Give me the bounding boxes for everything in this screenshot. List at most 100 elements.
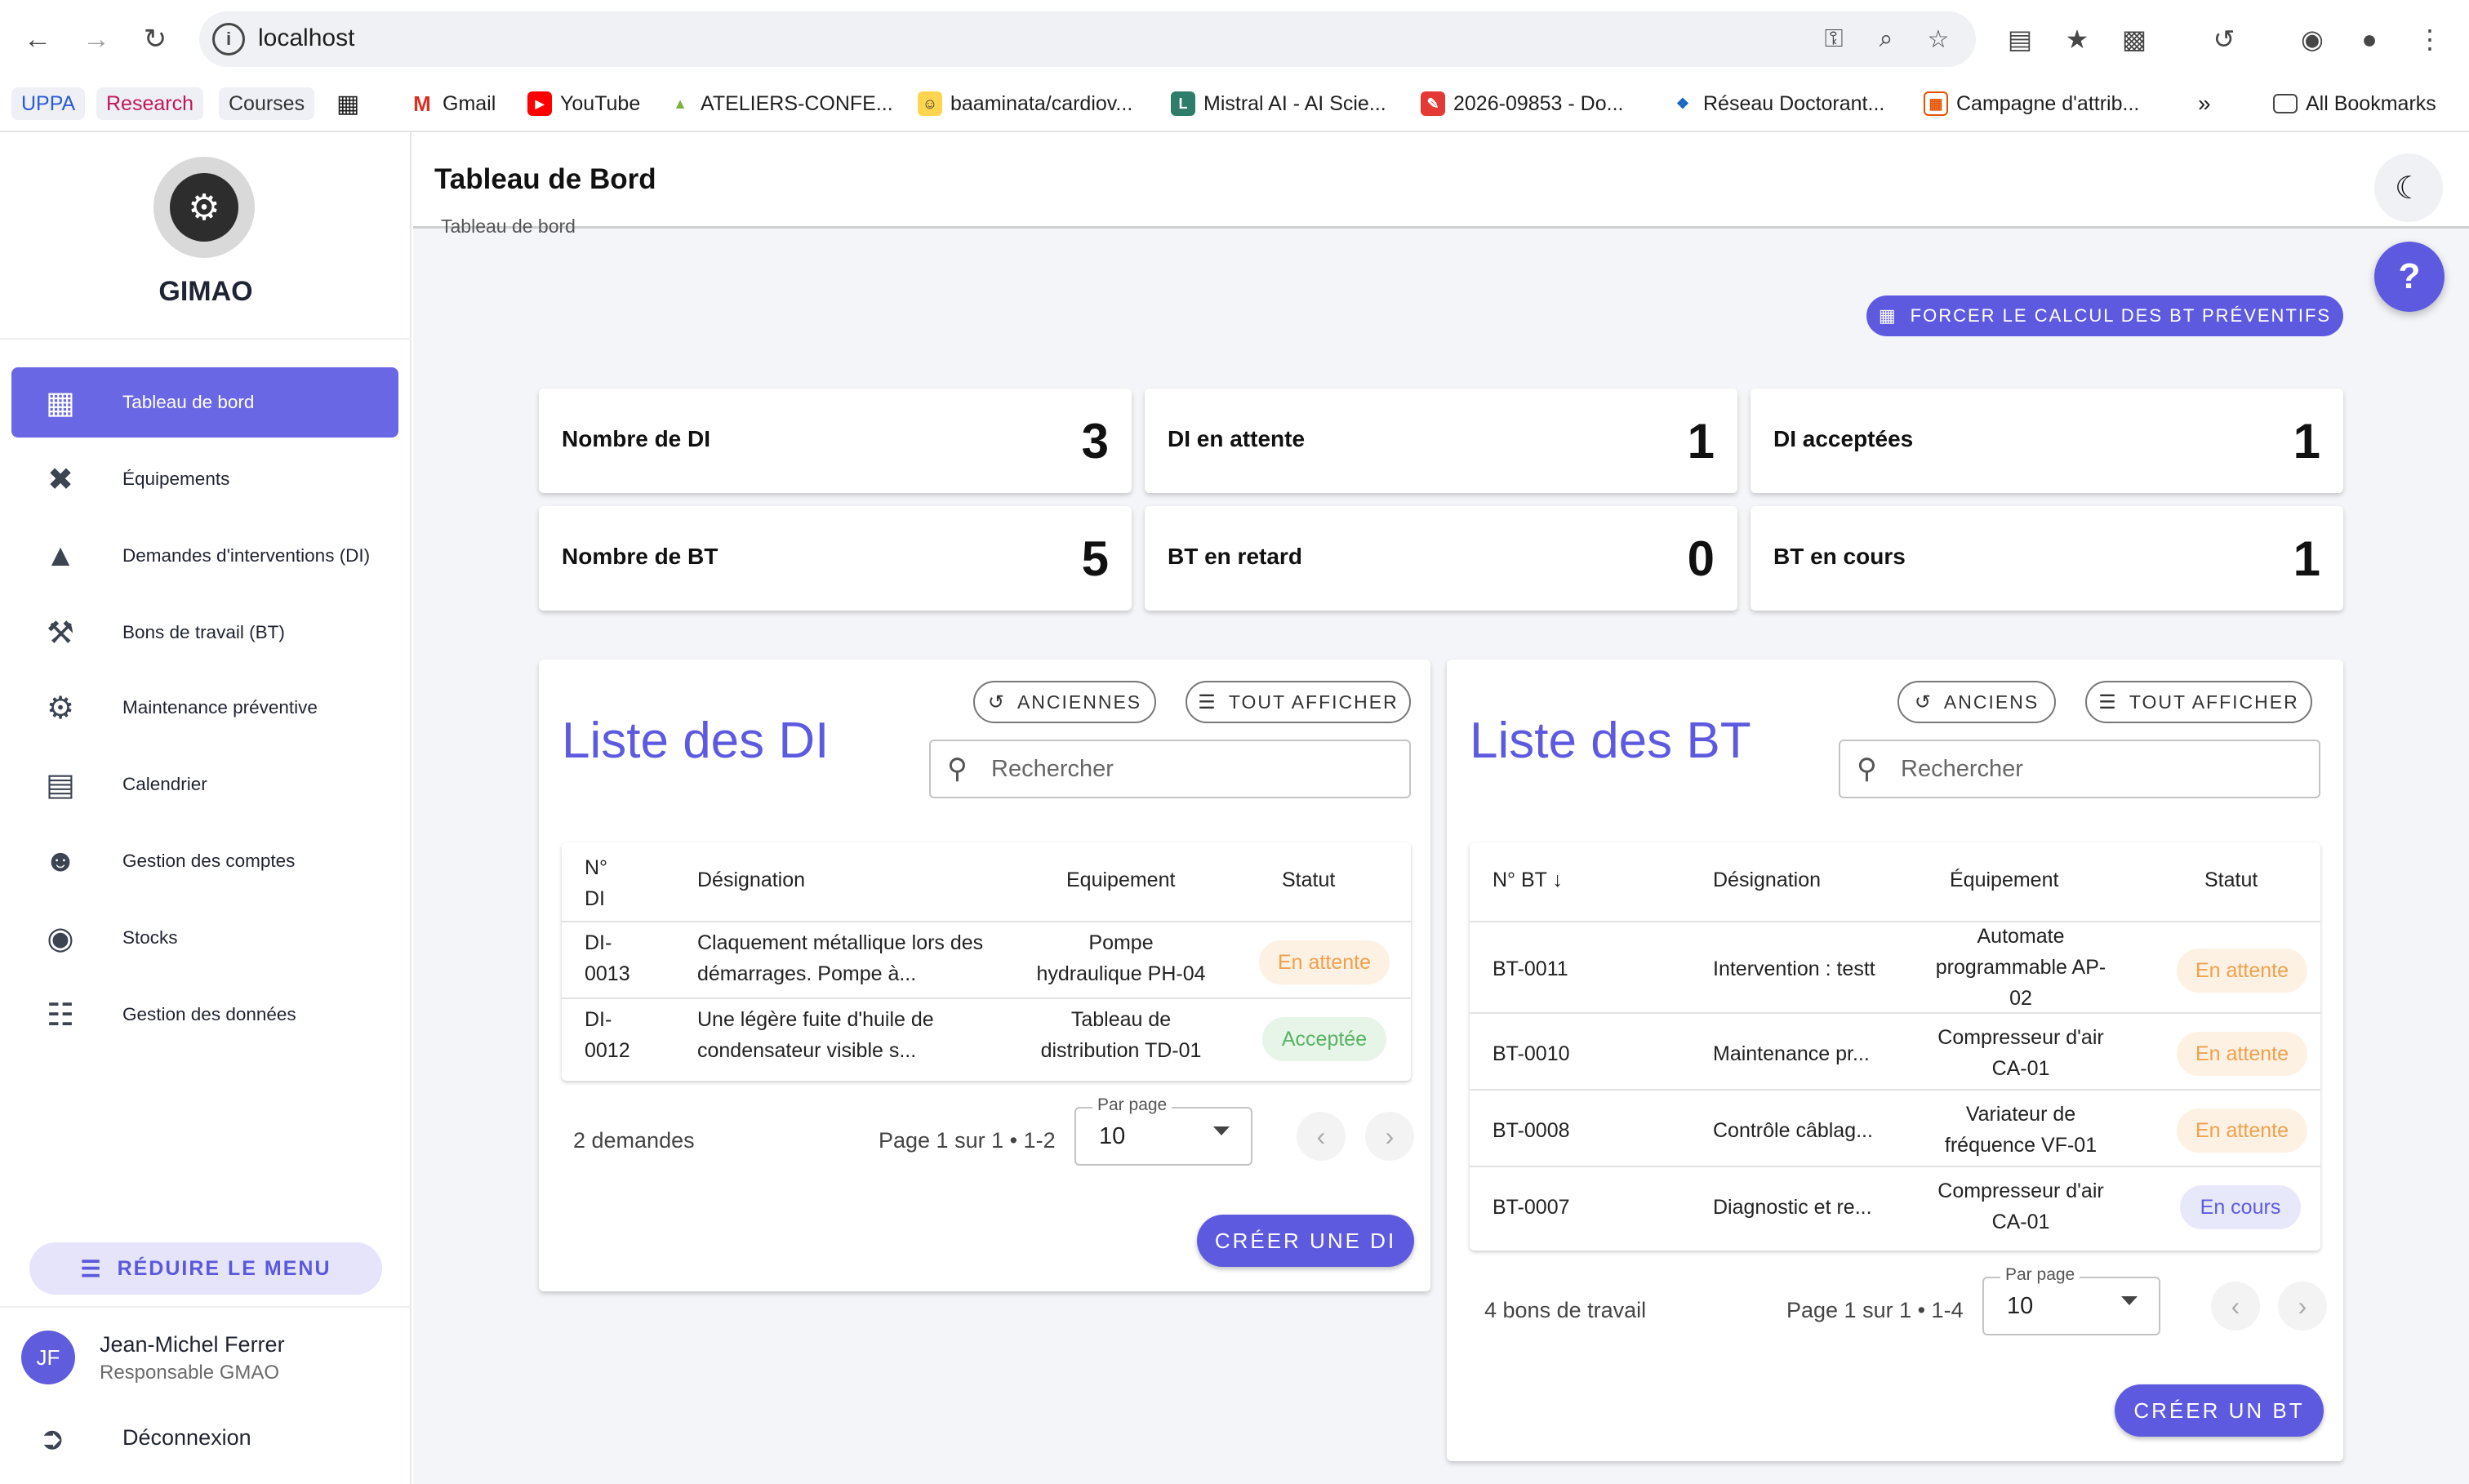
table-row-1-equipment[interactable]: Tableau de distribution TD-01 — [1019, 1004, 1223, 1066]
table-row-2-designation[interactable]: Contrôle câblag... — [1713, 1115, 1873, 1146]
sidebar-item-label: Stocks — [122, 927, 178, 948]
history-icon[interactable]: ↺ — [2204, 20, 2244, 59]
sidebar-item-comptes[interactable]: ☻ Gestion des comptes — [11, 826, 398, 896]
sidebar-item-label: Équipements — [122, 469, 230, 489]
create-di-button[interactable]: CRÉER UNE DI — [1197, 1215, 1414, 1267]
bookmark-uppa[interactable]: UPPA — [11, 87, 86, 121]
reload-icon[interactable]: ↻ — [134, 18, 176, 60]
di-old-button[interactable]: ↺ ANCIENNES — [973, 681, 1156, 723]
next-page-icon[interactable]: › — [1365, 1112, 1414, 1161]
extensions-icon[interactable]: ▩ — [2115, 20, 2154, 59]
site-info-icon[interactable]: i — [212, 23, 245, 56]
table-row-0-designation[interactable]: Claquement métallique lors des démarrages… — [697, 927, 983, 989]
theme-toggle-button[interactable]: ☾ — [2374, 153, 2443, 222]
di-show-all-button[interactable]: ☰ TOUT AFFICHER — [1186, 681, 1411, 723]
apps-grid-icon[interactable]: ▦ — [336, 87, 359, 121]
table-row-3-num[interactable]: BT-0007 — [1493, 1192, 1570, 1223]
prev-page-icon[interactable]: ‹ — [2211, 1282, 2260, 1331]
browser-menu-icon[interactable]: ⋮ — [2410, 20, 2449, 59]
bt-search[interactable]: ⚲ — [1839, 740, 2320, 798]
column-header[interactable]: N° DI — [585, 852, 607, 914]
status-badge: En attente — [2177, 1032, 2307, 1076]
divider — [1470, 1012, 2320, 1014]
force-calc-button[interactable]: ▦ FORCER LE CALCUL DES BT PRÉVENTIFS — [1866, 295, 2343, 336]
column-header[interactable]: Équipement — [1950, 869, 2058, 892]
table-row-1-designation[interactable]: Une légère fuite d'huile de condensateur … — [697, 1004, 934, 1066]
column-header[interactable]: Désignation — [697, 869, 805, 892]
bookmark-research[interactable]: Research — [96, 87, 203, 121]
column-header-sortable[interactable]: N° BT ↓ — [1493, 869, 1563, 892]
forward-icon[interactable]: → — [75, 18, 118, 60]
sidebar-item-calendrier[interactable]: ▤ Calendrier — [11, 749, 398, 820]
table-row-0-num[interactable]: DI- 0013 — [585, 927, 630, 989]
reduce-menu-button[interactable]: ☰ RÉDUIRE LE MENU — [29, 1242, 382, 1295]
sidebar-item-di[interactable]: ▲ Demandes d'interventions (DI) — [11, 521, 398, 591]
all-bookmarks[interactable]: All Bookmarks — [2273, 87, 2436, 121]
di-per-page-select[interactable]: Par page 10 — [1074, 1095, 1252, 1166]
bookmark-ateliers[interactable]: ▲ ATELIERS-CONFE... — [668, 87, 893, 121]
table-row-1-num[interactable]: BT-0010 — [1493, 1038, 1570, 1069]
help-button[interactable]: ? — [2374, 242, 2445, 312]
column-header[interactable]: Statut — [1282, 869, 1335, 892]
next-page-icon[interactable]: › — [2278, 1282, 2327, 1331]
table-row-2-num[interactable]: BT-0008 — [1493, 1115, 1570, 1146]
table-row-2-equipment[interactable]: Variateur de fréquence VF-01 — [1927, 1099, 2115, 1161]
table-row-3-equipment[interactable]: Compresseur d'air CA-01 — [1927, 1175, 2115, 1237]
table-row-1-designation[interactable]: Maintenance pr... — [1713, 1038, 1870, 1069]
logout-icon[interactable]: ➲ — [39, 1420, 65, 1457]
bookmark-reseau[interactable]: ❖ Réseau Doctorant... — [1670, 87, 1884, 121]
more-bookmarks-icon[interactable]: » — [2198, 87, 2211, 121]
sidebar-item-dashboard[interactable]: ▦ Tableau de bord — [11, 367, 398, 438]
column-header[interactable]: Equipement — [1066, 869, 1175, 892]
bookmark-doc[interactable]: ✎ 2026-09853 - Do... — [1421, 87, 1623, 121]
sidebar-item-label: Gestion des données — [122, 1004, 296, 1024]
address-url[interactable]: localhost — [258, 24, 354, 52]
zoom-icon[interactable]: ⌕ — [1868, 21, 1904, 57]
table-row-0-designation[interactable]: Intervention : testt — [1713, 953, 1875, 984]
di-search-input[interactable] — [991, 753, 1318, 785]
di-search[interactable]: ⚲ — [929, 740, 1411, 798]
table-row-0-equipment[interactable]: Automate programmable AP- 02 — [1927, 921, 2115, 1014]
sidebar-item-stocks[interactable]: ◉ Stocks — [11, 903, 398, 973]
password-key-icon[interactable]: ⚿ — [1816, 21, 1852, 57]
performance-icon[interactable]: ◉ — [2293, 20, 2332, 59]
calculator-icon: ▦ — [1878, 305, 1897, 326]
bug-extension-icon[interactable]: ★ — [2058, 20, 2097, 59]
table-row-0-num[interactable]: BT-0011 — [1493, 953, 1568, 984]
column-header[interactable]: Statut — [2204, 869, 2258, 892]
sidebar-item-donnees[interactable]: ☷ Gestion des données — [11, 980, 398, 1050]
stat-card-nombre-bt: Nombre de BT 5 — [539, 506, 1132, 611]
column-header[interactable]: Désignation — [1713, 869, 1821, 892]
prev-page-icon[interactable]: ‹ — [1297, 1112, 1346, 1161]
stat-value: 1 — [1687, 414, 1715, 469]
avatar[interactable]: JF — [21, 1331, 75, 1384]
calendar-icon: ▤ — [46, 767, 75, 802]
table-row-0-equipment[interactable]: Pompe hydraulique PH-04 — [1019, 927, 1223, 989]
table-row-1-equipment[interactable]: Compresseur d'air CA-01 — [1927, 1022, 2115, 1084]
back-icon[interactable]: ← — [16, 18, 59, 60]
bookmark-courses[interactable]: Courses — [219, 87, 315, 121]
bt-per-page-select[interactable]: Par page 10 — [1982, 1265, 2160, 1335]
reading-mode-icon[interactable]: ▤ — [2000, 20, 2040, 59]
bookmark-cardiov[interactable]: ☺ baaminata/cardiov... — [918, 87, 1132, 121]
bookmark-gmail[interactable]: M Gmail — [410, 87, 496, 121]
bookmark-youtube[interactable]: ▶ YouTube — [527, 87, 640, 121]
create-bt-button[interactable]: CRÉER UN BT — [2115, 1384, 2324, 1437]
sidebar-item-maintenance[interactable]: ⚙ Maintenance préventive — [11, 673, 398, 743]
stat-label: DI en attente — [1168, 426, 1306, 451]
bt-old-button[interactable]: ↺ ANCIENS — [1897, 681, 2056, 723]
profile-avatar-icon[interactable]: ● — [2350, 20, 2389, 59]
sidebar-item-equipements[interactable]: ✖ Équipements — [11, 444, 398, 514]
bookmark-campagne[interactable]: ▦ Campagne d'attrib... — [1924, 87, 2139, 121]
bt-show-all-button[interactable]: ☰ TOUT AFFICHER — [2085, 681, 2312, 723]
table-row-3-designation[interactable]: Diagnostic et re... — [1713, 1192, 1872, 1223]
table-row-1-num[interactable]: DI- 0012 — [585, 1004, 630, 1066]
bookmark-mistral[interactable]: L Mistral AI - AI Scie... — [1171, 87, 1386, 121]
gimao-logo: ⚙ — [153, 157, 255, 258]
sidebar-item-bt[interactable]: ⚒ Bons de travail (BT) — [11, 598, 398, 668]
address-bar[interactable]: i localhost ⚿ ⌕ ☆ — [199, 11, 1976, 67]
bookmark-star-icon[interactable]: ☆ — [1920, 21, 1956, 57]
sidebar-item-label: Maintenance préventive — [122, 697, 318, 718]
logout-button[interactable]: Déconnexion — [122, 1425, 251, 1451]
bt-search-input[interactable] — [1901, 753, 2227, 785]
